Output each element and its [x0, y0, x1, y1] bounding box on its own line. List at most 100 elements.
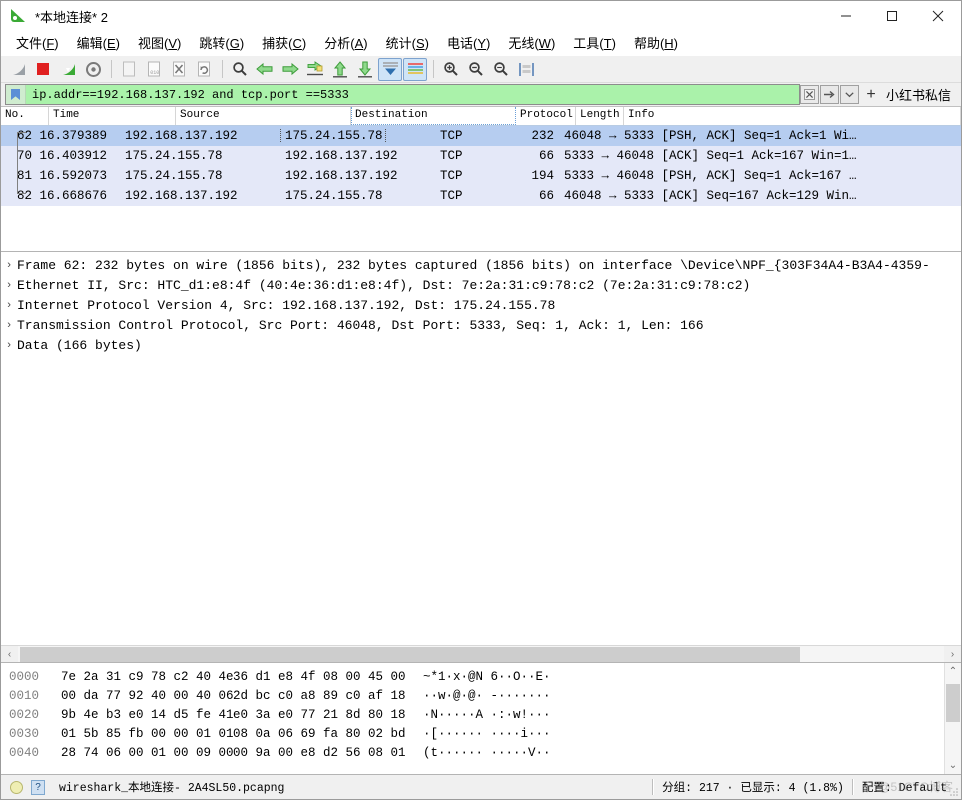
hex-ascii: (t······ ·····V··	[423, 746, 551, 760]
menu-item-edit[interactable]: 编辑(E)	[68, 33, 129, 55]
scroll-thumb[interactable]	[946, 684, 960, 722]
profile-text[interactable]: 配置: Default	[862, 779, 961, 795]
column-header-destination[interactable]: Destination	[351, 107, 516, 125]
restart-capture-icon[interactable]	[56, 58, 80, 81]
hex-offset: 0010	[9, 689, 40, 703]
colorize-packets-icon[interactable]	[403, 57, 427, 81]
hex-line[interactable]: 0040 28 74 06 00 01 00 09 00 00 9a 00 e8 d…	[9, 744, 944, 763]
apply-filter-icon[interactable]	[819, 85, 839, 104]
menu-item-telephony[interactable]: 电话(Y)	[438, 33, 499, 55]
tcp-node[interactable]: › Transmission Control Protocol, Src Port…	[1, 316, 961, 336]
ipv4-node[interactable]: › Internet Protocol Version 4, Src: 192.1…	[1, 296, 961, 316]
hex-offset: 0030	[9, 727, 40, 741]
menu-item-help[interactable]: 帮助(H)	[625, 33, 687, 55]
find-packet-icon[interactable]	[228, 58, 252, 81]
filter-bookmark-tab[interactable]: 小红书私信	[882, 85, 959, 104]
go-forward-icon[interactable]	[278, 58, 302, 81]
packet-row[interactable]: 81 16.592073 175.24.155.78 192.168.137.192…	[1, 166, 961, 186]
menu-item-analyze[interactable]: 分析(A)	[315, 33, 376, 55]
frame-node[interactable]: › Frame 62: 232 bytes on wire (1856 bits)…	[1, 256, 961, 276]
filter-text[interactable]: ip.addr==192.168.137.192 and tcp.port ==…	[26, 88, 349, 102]
detail-horizontal-scrollbar[interactable]: ‹ ›	[1, 645, 961, 662]
scroll-right-icon[interactable]: ›	[944, 646, 961, 663]
packet-destination: 175.24.155.78	[271, 129, 436, 143]
packet-source: 192.168.137.192	[125, 189, 238, 203]
minimize-button[interactable]	[823, 1, 869, 32]
display-filter-input[interactable]: ip.addr==192.168.137.192 and tcp.port ==…	[5, 84, 800, 105]
scroll-down-icon[interactable]: ⌄	[945, 757, 961, 774]
scroll-up-icon[interactable]: ⌃	[945, 663, 961, 680]
packet-list-rows[interactable]: 62 16.379389 192.168.137.192 175.24.155.78…	[1, 126, 961, 206]
go-last-packet-icon[interactable]	[353, 58, 377, 81]
chevron-right-icon[interactable]: ›	[1, 336, 17, 356]
scroll-thumb[interactable]	[20, 646, 800, 662]
chevron-right-icon[interactable]: ›	[1, 256, 17, 276]
menu-item-tools[interactable]: 工具(T)	[564, 33, 625, 55]
chevron-right-icon[interactable]: ›	[1, 276, 17, 296]
hex-bytes-second: 00 9a 00 e8 d2 56 08 01	[233, 746, 406, 760]
chevron-right-icon[interactable]: ›	[1, 296, 17, 316]
auto-scroll-icon[interactable]	[378, 57, 402, 81]
main-toolbar: 010	[1, 56, 961, 83]
column-header-source[interactable]: Source	[176, 107, 351, 125]
column-header-info[interactable]: Info	[624, 107, 961, 125]
menu-item-view[interactable]: 视图(V)	[129, 33, 190, 55]
chevron-right-icon[interactable]: ›	[1, 316, 17, 336]
zoom-in-icon[interactable]	[439, 58, 463, 81]
hex-line[interactable]: 0000 7e 2a 31 c9 78 c2 40 4e 36 d1 e8 4f 0…	[9, 668, 944, 687]
capture-options-icon[interactable]	[81, 58, 105, 81]
zoom-out-icon[interactable]	[464, 58, 488, 81]
chevron-down-icon[interactable]	[839, 85, 859, 104]
start-capture-icon[interactable]	[6, 58, 30, 81]
column-header-length[interactable]: Length	[576, 107, 624, 125]
resize-grip[interactable]	[949, 787, 959, 797]
expert-info-icon[interactable]	[10, 780, 23, 794]
reload-file-icon[interactable]	[192, 58, 216, 81]
hex-line[interactable]: 0010 00 da 77 92 40 00 40 06 2d bc c0 a8 8…	[9, 687, 944, 706]
toolbar-separator	[433, 60, 434, 78]
column-header-time[interactable]: Time	[49, 107, 176, 125]
capture-file-properties-icon[interactable]: ?	[31, 779, 45, 795]
menu-item-capture[interactable]: 捕获(C)	[253, 33, 315, 55]
scroll-track[interactable]	[945, 680, 961, 757]
packet-row[interactable]: 62 16.379389 192.168.137.192 175.24.155.78…	[1, 126, 961, 146]
data-node[interactable]: › Data (166 bytes)	[1, 336, 961, 356]
resize-columns-icon[interactable]	[514, 58, 538, 81]
packet-bytes-pane[interactable]: 0000 7e 2a 31 c9 78 c2 40 4e 36 d1 e8 4f 0…	[1, 663, 961, 775]
menu-item-wireless[interactable]: 无线(W)	[499, 33, 564, 55]
menu-item-statistics[interactable]: 统计(S)	[377, 33, 438, 55]
hex-bytes-first: 00 da 77 92 40 00 40 06	[61, 689, 234, 703]
hex-vertical-scrollbar[interactable]: ⌃ ⌄	[944, 663, 961, 774]
bookmark-icon[interactable]	[6, 85, 26, 104]
close-file-icon[interactable]	[167, 58, 191, 81]
packet-list-header[interactable]: No. Time Source Destination Protocol Length In…	[1, 107, 961, 126]
menu-item-file[interactable]: 文件(F)	[7, 33, 68, 55]
close-button[interactable]	[915, 1, 961, 32]
toolbar-separator	[111, 60, 112, 78]
add-filter-button[interactable]: +	[860, 86, 882, 104]
ethernet-node[interactable]: › Ethernet II, Src: HTC_d1:e8:4f (40:4e:3…	[1, 276, 961, 296]
zoom-reset-icon[interactable]	[489, 58, 513, 81]
detail-text: Internet Protocol Version 4, Src: 192.16…	[17, 298, 556, 313]
scroll-left-icon[interactable]: ‹	[1, 646, 18, 663]
open-file-icon[interactable]	[117, 58, 141, 81]
packet-detail-pane[interactable]: › Frame 62: 232 bytes on wire (1856 bits)…	[1, 252, 961, 663]
go-first-packet-icon[interactable]	[328, 58, 352, 81]
go-back-icon[interactable]	[253, 58, 277, 81]
clear-filter-icon[interactable]	[799, 85, 819, 104]
save-file-icon[interactable]: 010	[142, 58, 166, 81]
hex-dump[interactable]: 0000 7e 2a 31 c9 78 c2 40 4e 36 d1 e8 4f 0…	[1, 663, 944, 774]
packet-source: 175.24.155.78	[125, 169, 223, 183]
hex-line[interactable]: 0030 01 5b 85 fb 00 00 01 01 08 0a 06 69 f…	[9, 725, 944, 744]
maximize-button[interactable]	[869, 1, 915, 32]
packet-row[interactable]: 82 16.668676 192.168.137.192 175.24.155.78…	[1, 186, 961, 206]
column-header-protocol[interactable]: Protocol	[516, 107, 576, 125]
menu-item-go[interactable]: 跳转(G)	[190, 33, 253, 55]
hex-line[interactable]: 0020 9b 4e b3 e0 14 d5 fe 41 e0 3a e0 77 2…	[9, 706, 944, 725]
go-to-packet-icon[interactable]	[303, 58, 327, 81]
stop-capture-icon[interactable]	[31, 58, 55, 81]
column-header-no[interactable]: No.	[1, 107, 49, 125]
packet-row[interactable]: 70 16.403912 175.24.155.78 192.168.137.192…	[1, 146, 961, 166]
scroll-track[interactable]	[18, 645, 944, 662]
packet-list[interactable]: No. Time Source Destination Protocol Length In…	[1, 106, 961, 252]
